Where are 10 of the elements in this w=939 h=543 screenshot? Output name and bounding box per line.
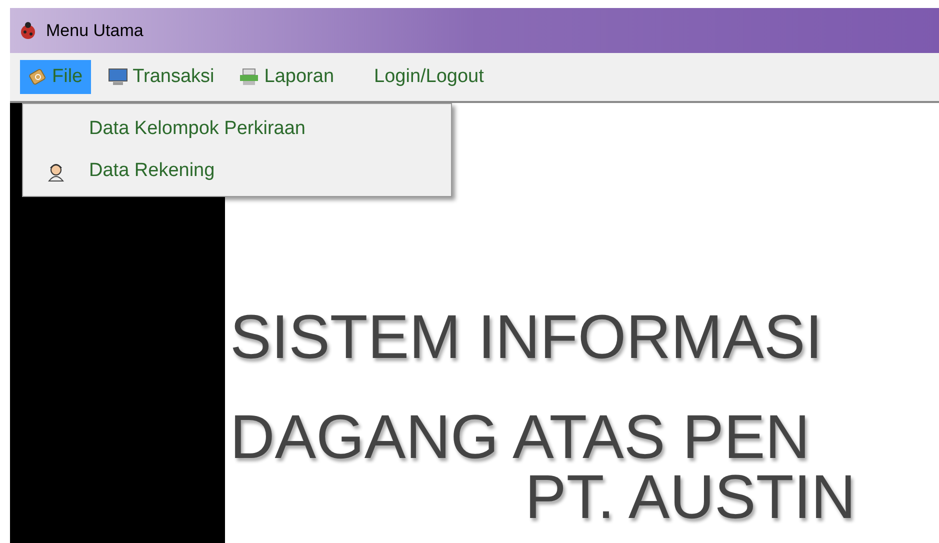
window-title: Menu Utama <box>46 20 144 42</box>
ladybug-icon <box>18 20 38 40</box>
monitor-icon <box>106 67 129 87</box>
banner-title: SISTEM INFORMASI <box>229 302 824 374</box>
dropdown-item[interactable]: Data Rekening <box>23 150 451 192</box>
printer-icon <box>238 67 260 87</box>
menu-item[interactable]: Login/Logout <box>366 60 492 94</box>
menu-item[interactable]: Transaksi <box>98 60 222 94</box>
menu-item[interactable]: Laporan <box>230 60 342 94</box>
dropdown-item[interactable]: Data Kelompok Perkiraan <box>23 108 451 150</box>
